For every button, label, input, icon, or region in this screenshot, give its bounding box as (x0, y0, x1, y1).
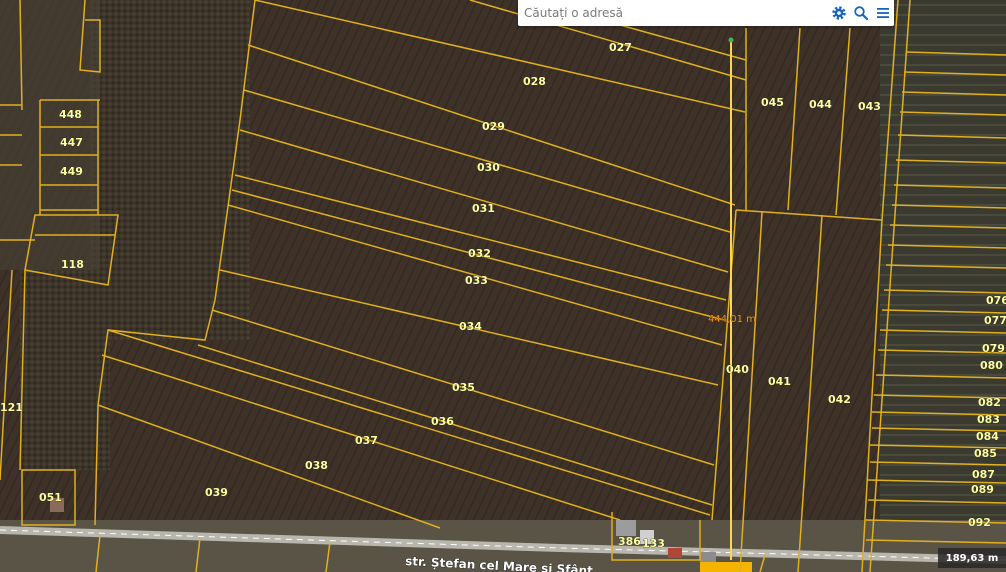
search-icon (854, 6, 869, 21)
cadastral-map[interactable]: 444,01 m str. Ștefan cel Mare și Sfânt 0… (0, 0, 1006, 572)
parcel-label-077[interactable]: 077 (984, 314, 1006, 328)
parcel-label-083[interactable]: 083 (977, 413, 1001, 427)
parcel-label-035[interactable]: 035 (452, 381, 476, 395)
parcel-label-133[interactable]: 133 (642, 537, 666, 551)
parcel-label-030[interactable]: 030 (477, 161, 501, 175)
parcel-label-076[interactable]: 076 (986, 294, 1006, 308)
search-bar (518, 0, 894, 26)
search-input[interactable] (518, 2, 828, 24)
parcel-label-044[interactable]: 044 (809, 98, 833, 112)
parcel-label-084[interactable]: 084 (976, 430, 1000, 444)
parcel-label-033[interactable]: 033 (465, 274, 489, 288)
parcel-label-038[interactable]: 038 (305, 459, 329, 473)
parcel-label-032[interactable]: 032 (468, 247, 492, 261)
parcel-label-039[interactable]: 039 (205, 486, 229, 500)
parcel-label-027[interactable]: 027 (609, 41, 633, 55)
parcel-label-051[interactable]: 051 (39, 491, 63, 505)
hamburger-menu-icon (877, 8, 889, 18)
menu-button[interactable] (872, 2, 894, 24)
parcel-label-031[interactable]: 031 (472, 202, 496, 216)
parcel-label-041[interactable]: 041 (768, 375, 792, 389)
parcel-label-028[interactable]: 028 (523, 75, 547, 89)
parcel-label-045[interactable]: 045 (761, 96, 785, 110)
parcel-label-087[interactable]: 087 (972, 468, 996, 482)
parcel-label-121[interactable]: 121 (0, 401, 23, 415)
measurement-label: 444,01 m (708, 314, 756, 325)
parcel-label-118[interactable]: 118 (61, 258, 85, 272)
parcel-label-037[interactable]: 037 (355, 434, 379, 448)
gear-icon (832, 6, 846, 20)
parcel-label-029[interactable]: 029 (482, 120, 506, 134)
search-button[interactable] (850, 2, 872, 24)
parcel-label-386[interactable]: 386 (618, 535, 642, 549)
settings-button[interactable] (828, 2, 850, 24)
parcel-label-449[interactable]: 449 (60, 165, 84, 179)
parcel-label-085[interactable]: 085 (974, 447, 998, 461)
parcel-label-448[interactable]: 448 (59, 108, 83, 122)
parcel-label-082[interactable]: 082 (978, 396, 1002, 410)
parcel-label-042[interactable]: 042 (828, 393, 852, 407)
parcel-label-092[interactable]: 092 (968, 516, 992, 530)
parcel-label-080[interactable]: 080 (980, 359, 1004, 373)
parcel-label-040[interactable]: 040 (726, 363, 750, 377)
scale-bar: 189,63 m (938, 548, 1006, 568)
parcel-label-089[interactable]: 089 (971, 483, 995, 497)
parcel-label-043[interactable]: 043 (858, 100, 882, 114)
parcel-label-036[interactable]: 036 (431, 415, 455, 429)
parcel-label-447[interactable]: 447 (60, 136, 84, 150)
parcel-label-034[interactable]: 034 (459, 320, 483, 334)
parcel-label-079[interactable]: 079 (982, 342, 1006, 356)
